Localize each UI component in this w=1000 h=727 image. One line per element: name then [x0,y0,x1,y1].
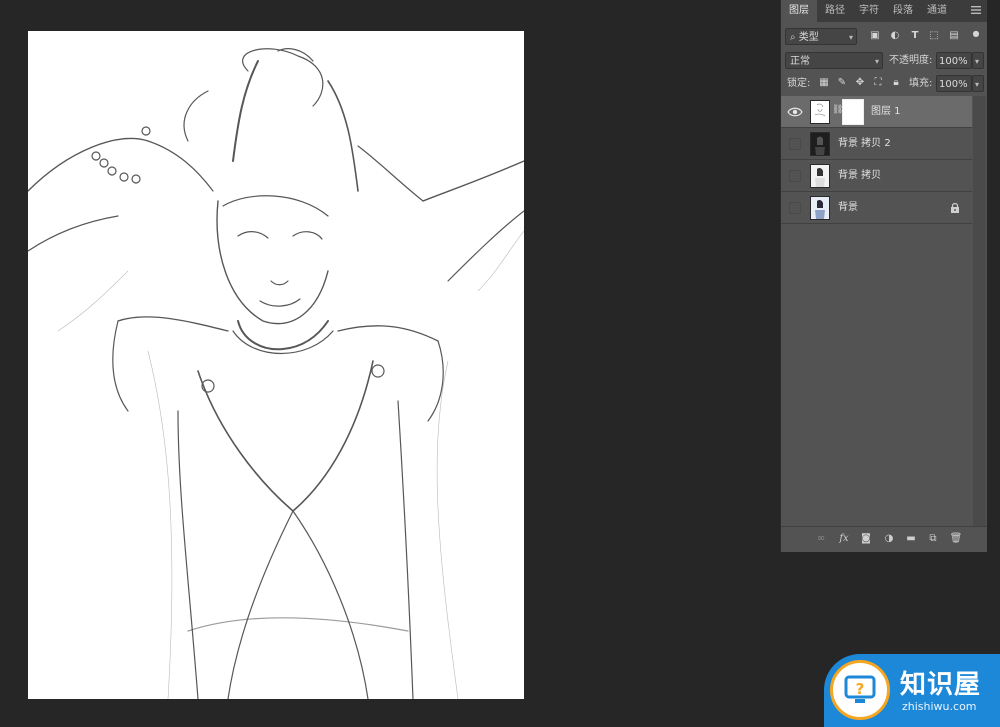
image-filter-icon[interactable]: ▣ [868,29,882,43]
svg-text:?: ? [856,680,865,698]
panel-menu-icon[interactable] [971,5,981,15]
blend-mode-select[interactable]: 正常 ▾ [785,52,883,69]
fill-label: 填充: [909,78,933,89]
blend-mode-value: 正常 [790,56,810,67]
visibility-eye-icon[interactable] [787,104,803,120]
layer-row-layer1[interactable]: ⛓ 图层 1 [781,96,972,128]
chevron-down-icon: ▾ [975,57,980,66]
adjustment-icon[interactable]: ◑ [882,532,896,546]
layer-list-scrollbar[interactable] [973,96,986,526]
lock-all-icon[interactable]: 🔒︎ [889,76,903,90]
watermark-subtitle: zhishiwu.com [902,700,977,713]
shape-filter-icon[interactable]: ⬚ [927,29,941,43]
layers-bottom-toolbar: ∞ fx ◙ ◑ ▬ ⧉ 🗑︎ [781,526,987,551]
watermark-title: 知识屋 [900,670,982,700]
layer-name: 背景 [838,202,858,213]
tab-character[interactable]: 字符 [853,0,885,22]
trash-icon[interactable]: 🗑︎ [949,532,963,546]
opacity-value: 100% [939,56,968,67]
mask-icon[interactable]: ◙ [859,532,873,546]
opacity-dropdown[interactable]: ▾ [972,52,984,69]
tab-channels[interactable]: 通道 [921,0,953,22]
panel-tab-bar: 图层 路径 字符 段落 通道 [781,0,987,22]
chevron-down-icon: ▾ [874,57,879,66]
layer-name: 背景 拷贝 2 [838,138,891,149]
lock-brush-icon[interactable]: ✎ [835,76,849,90]
visibility-toggle-off[interactable] [789,170,801,182]
lock-icon [951,203,959,213]
layer-mask-thumbnail[interactable] [842,99,864,125]
fill-input[interactable]: 100% [936,75,972,92]
watermark-logo-icon: ? [830,660,890,720]
chevron-down-icon: ▾ [848,33,853,42]
folder-icon[interactable]: ▬ [904,532,918,546]
chevron-down-icon: ▾ [975,80,980,89]
layer-thumbnail [810,196,830,220]
layer-row-background[interactable]: 背景 [781,192,972,224]
adjustment-filter-icon[interactable]: ◐ [888,29,902,43]
link-icon[interactable]: ∞ [814,532,828,546]
fill-value: 100% [939,79,968,90]
layer-row-bg-copy[interactable]: 背景 拷贝 [781,160,972,192]
fill-dropdown[interactable]: ▾ [972,75,984,92]
lock-artboard-icon[interactable]: ⛶ [871,76,885,90]
tab-layers[interactable]: 图层 [781,0,817,22]
layer-name: 图层 1 [871,106,901,117]
tab-paragraph[interactable]: 段落 [887,0,919,22]
document-canvas[interactable] [28,31,524,699]
lock-transparent-icon[interactable]: ▦ [817,76,831,90]
opacity-label: 不透明度: [889,55,933,66]
site-watermark: ? 知识屋 zhishiwu.com [824,654,1000,727]
smart-object-filter-icon[interactable]: ▤ [947,29,961,43]
lock-label: 锁定: [787,78,811,89]
fx-icon[interactable]: fx [837,532,851,546]
type-filter-icon[interactable]: T [908,29,922,43]
layer-name: 背景 拷贝 [838,170,882,181]
layer-thumbnail [810,164,830,188]
visibility-toggle-off[interactable] [789,138,801,150]
layer-thumbnail [810,132,830,156]
layer-filter-select[interactable]: ⌕ 类型 ▾ [785,28,857,45]
filter-toggle-icon[interactable]: ● [969,27,983,41]
visibility-toggle-off[interactable] [789,202,801,214]
layer-thumbnail [810,100,830,124]
opacity-input[interactable]: 100% [936,52,972,69]
layer-row-bg-copy-2[interactable]: 背景 拷贝 2 [781,128,972,160]
tab-paths[interactable]: 路径 [819,0,851,22]
sketch-artwork [28,48,524,699]
filter-kind-label: 类型 [798,32,819,43]
search-icon: ⌕ [790,32,796,43]
lock-move-icon[interactable]: ✥ [853,76,867,90]
layers-panel: 图层 路径 字符 段落 通道 ⌕ 类型 ▾ ▣ ◐ T ⬚ ▤ ● 正常 ▾ 不… [780,0,987,552]
new-layer-icon[interactable]: ⧉ [926,532,940,546]
